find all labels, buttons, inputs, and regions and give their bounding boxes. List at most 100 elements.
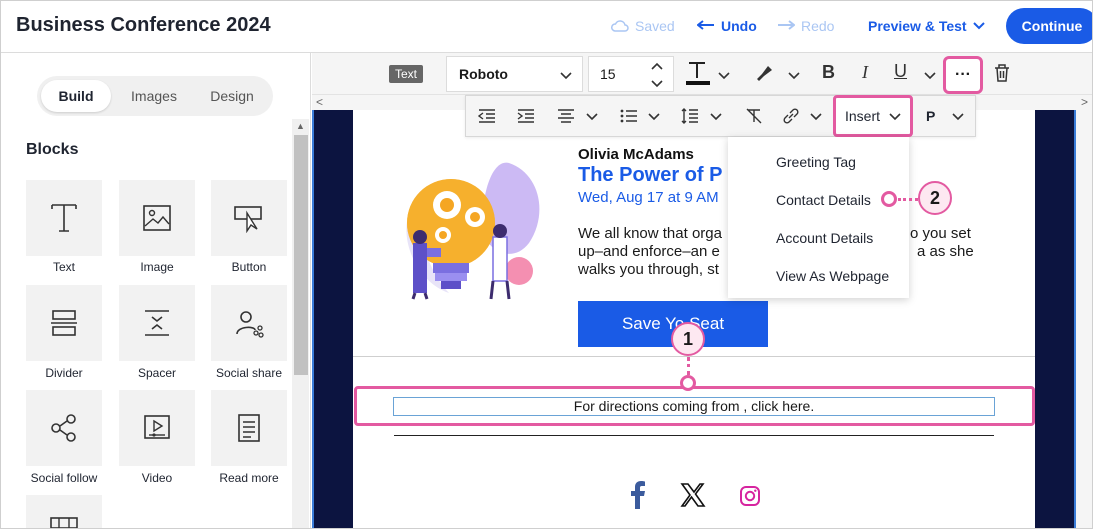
speaker-name: Olivia McAdams bbox=[578, 146, 694, 163]
lightbulb-illustration bbox=[406, 162, 540, 300]
chevron-down-icon[interactable] bbox=[924, 67, 936, 85]
body-text-line: We all know that orga bbox=[578, 225, 722, 242]
callout-2-badge: 2 bbox=[918, 181, 952, 215]
block-text[interactable] bbox=[26, 180, 102, 256]
chevron-down-icon bbox=[889, 113, 901, 121]
callout-1-badge: 1 bbox=[671, 322, 705, 356]
app-window: Business Conference 2024 Saved Undo Redo… bbox=[0, 0, 1093, 529]
tab-images[interactable]: Images bbox=[117, 80, 191, 112]
chevron-down-icon bbox=[972, 22, 985, 30]
highlight-button[interactable] bbox=[754, 64, 774, 87]
list-icon[interactable] bbox=[620, 109, 638, 123]
selection-border-right bbox=[1074, 110, 1076, 528]
callout-1-connector bbox=[687, 357, 690, 375]
redo-button[interactable]: Redo bbox=[777, 18, 834, 34]
email-background-left bbox=[313, 110, 353, 528]
horizontal-rule bbox=[394, 435, 994, 436]
scroll-right-icon[interactable]: > bbox=[1081, 95, 1088, 109]
event-date: Wed, Aug 17 at 9 AM bbox=[578, 189, 719, 206]
body-text-line: o you set bbox=[910, 225, 971, 242]
read-more-icon bbox=[238, 414, 260, 442]
callout-1-anchor bbox=[680, 375, 696, 391]
bold-icon[interactable]: B bbox=[822, 62, 835, 83]
align-center-icon[interactable] bbox=[557, 109, 575, 123]
sidebar-scroll-thumb[interactable] bbox=[294, 135, 308, 375]
instagram-icon[interactable] bbox=[739, 485, 761, 507]
tab-build[interactable]: Build bbox=[41, 80, 111, 112]
undo-button[interactable]: Undo bbox=[697, 18, 757, 34]
scroll-up-icon[interactable]: ▲ bbox=[296, 121, 305, 131]
facebook-icon[interactable] bbox=[630, 481, 646, 509]
continue-button[interactable]: Continue bbox=[1006, 8, 1092, 44]
chevron-down-icon[interactable] bbox=[648, 113, 660, 121]
chevron-down-icon[interactable] bbox=[952, 113, 964, 121]
callout-2-connector bbox=[898, 198, 918, 201]
block-label: Image bbox=[140, 260, 174, 274]
block-label: Spacer bbox=[137, 366, 177, 380]
chevron-down-icon[interactable] bbox=[710, 113, 722, 121]
outdent-icon[interactable] bbox=[478, 109, 496, 123]
insert-button[interactable]: Insert bbox=[833, 95, 913, 137]
font-family-select[interactable]: Roboto bbox=[446, 56, 583, 92]
text-icon bbox=[51, 204, 77, 232]
chevron-down-icon[interactable] bbox=[586, 113, 598, 121]
social-follow-icon bbox=[51, 414, 76, 442]
font-size-stepper[interactable]: 15 bbox=[588, 56, 674, 92]
video-icon bbox=[144, 415, 170, 439]
menu-item-greeting-tag[interactable]: Greeting Tag bbox=[776, 154, 856, 170]
block-table[interactable] bbox=[26, 495, 102, 528]
image-icon bbox=[143, 205, 171, 231]
menu-item-view-as-webpage[interactable]: View As Webpage bbox=[776, 268, 889, 284]
block-label: Social share bbox=[215, 366, 283, 380]
block-label: Video bbox=[141, 471, 173, 485]
block-read-more[interactable] bbox=[211, 390, 287, 466]
menu-item-contact-details[interactable]: Contact Details bbox=[776, 192, 871, 208]
body-text-line: up–and enforce–an e bbox=[578, 243, 720, 260]
insert-dropdown-menu: Greeting Tag Contact Details Account Det… bbox=[728, 137, 909, 298]
text-color-button[interactable] bbox=[684, 59, 712, 92]
text-toolbar: Text Roboto 15 B I U ··· bbox=[312, 53, 1092, 95]
body-text-line: walks you through, st bbox=[578, 261, 719, 278]
selection-border-left bbox=[312, 110, 314, 528]
more-options-button[interactable]: ··· bbox=[943, 56, 983, 94]
italic-icon[interactable]: I bbox=[862, 62, 868, 83]
app-header: Business Conference 2024 Saved Undo Redo… bbox=[1, 1, 1092, 53]
block-video[interactable] bbox=[119, 390, 195, 466]
line-height-icon[interactable] bbox=[681, 108, 699, 124]
block-label: Social follow bbox=[30, 471, 98, 485]
block-social-share[interactable] bbox=[211, 285, 287, 361]
tab-design[interactable]: Design bbox=[197, 80, 267, 112]
chevron-down-icon[interactable] bbox=[810, 113, 822, 121]
stepper-arrows-icon[interactable] bbox=[651, 62, 663, 88]
block-image[interactable] bbox=[119, 180, 195, 256]
sidebar-tabs: Build Images Design bbox=[37, 76, 273, 116]
block-spacer[interactable] bbox=[119, 285, 195, 361]
section-divider bbox=[353, 356, 1035, 357]
chevron-down-icon[interactable] bbox=[718, 67, 730, 85]
block-social-follow[interactable] bbox=[26, 390, 102, 466]
redo-icon bbox=[778, 20, 795, 30]
block-button[interactable] bbox=[211, 180, 287, 256]
indent-icon[interactable] bbox=[517, 109, 535, 123]
underline-icon[interactable]: U bbox=[894, 61, 907, 82]
x-twitter-icon[interactable] bbox=[680, 482, 706, 508]
paragraph-style-select[interactable]: P bbox=[926, 108, 935, 124]
scroll-left-icon[interactable]: < bbox=[316, 95, 323, 109]
callout-2-anchor bbox=[881, 191, 897, 207]
directions-text-block[interactable]: For directions coming from , click here. bbox=[393, 397, 995, 416]
clear-format-icon[interactable] bbox=[745, 108, 763, 124]
block-divider[interactable] bbox=[26, 285, 102, 361]
chevron-down-icon bbox=[560, 72, 572, 80]
preview-test-button[interactable]: Preview & Test bbox=[868, 18, 985, 34]
menu-item-account-details[interactable]: Account Details bbox=[776, 230, 873, 246]
chevron-down-icon[interactable] bbox=[788, 67, 800, 85]
block-label: Button bbox=[231, 260, 267, 274]
undo-icon bbox=[697, 20, 714, 30]
delete-button[interactable] bbox=[994, 64, 1010, 87]
body-text-line: a as she bbox=[917, 243, 974, 260]
trash-icon bbox=[995, 64, 1009, 82]
saved-status: Saved bbox=[611, 18, 675, 34]
text-color-icon bbox=[686, 62, 710, 85]
link-icon[interactable] bbox=[782, 108, 800, 124]
block-type-badge: Text bbox=[389, 65, 424, 83]
